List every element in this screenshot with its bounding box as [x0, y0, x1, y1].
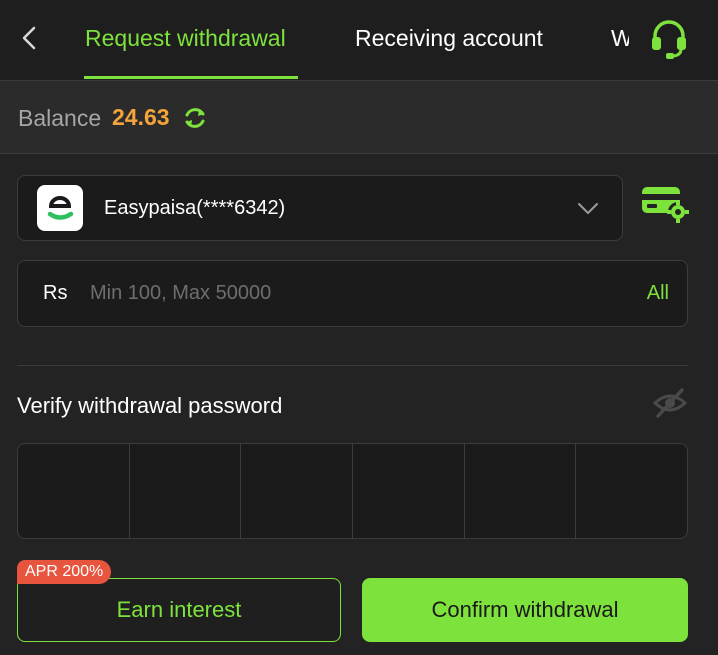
- confirm-withdrawal-button[interactable]: Confirm withdrawal: [362, 578, 688, 642]
- tab-third[interactable]: W: [611, 24, 629, 52]
- account-name: Easypaisa(****6342): [104, 197, 286, 219]
- apr-badge: APR 200%: [17, 560, 112, 584]
- card-settings-icon[interactable]: [640, 184, 690, 224]
- balance-bar: Balance 24.63: [0, 81, 718, 154]
- tab-receiving-account[interactable]: Receiving account: [355, 24, 543, 52]
- password-digit-box[interactable]: [18, 444, 130, 538]
- password-digit-box[interactable]: [241, 444, 354, 538]
- divider: [17, 365, 688, 366]
- password-input[interactable]: [17, 443, 688, 539]
- password-digit-box[interactable]: [130, 444, 242, 538]
- verify-password-label: Verify withdrawal password: [17, 393, 283, 418]
- balance-value: 24.63: [112, 104, 170, 130]
- easypaisa-logo: [37, 185, 83, 231]
- refresh-icon[interactable]: [182, 105, 208, 131]
- chevron-down-icon: [578, 203, 598, 214]
- password-digit-box[interactable]: [353, 444, 465, 538]
- top-nav: Request withdrawal Receiving account W: [0, 0, 718, 81]
- amount-field: Rs All: [17, 260, 688, 327]
- tab-request-withdrawal[interactable]: Request withdrawal: [85, 24, 286, 52]
- amount-input[interactable]: [90, 273, 570, 313]
- account-select[interactable]: Easypaisa(****6342): [17, 175, 623, 241]
- password-digit-box[interactable]: [576, 444, 687, 538]
- confirm-withdrawal-label: Confirm withdrawal: [431, 597, 619, 622]
- earn-interest-label: Earn interest: [116, 597, 242, 622]
- earn-interest-button[interactable]: Earn interest: [17, 578, 341, 642]
- headset-icon[interactable]: [646, 16, 692, 62]
- password-digit-box[interactable]: [465, 444, 577, 538]
- eye-off-icon[interactable]: [652, 387, 688, 419]
- all-amount-button[interactable]: All: [647, 282, 669, 305]
- balance-label: Balance: [18, 105, 102, 131]
- chevron-left-icon[interactable]: [16, 24, 44, 52]
- active-tab-indicator: [84, 76, 298, 79]
- currency-label: Rs: [43, 282, 68, 304]
